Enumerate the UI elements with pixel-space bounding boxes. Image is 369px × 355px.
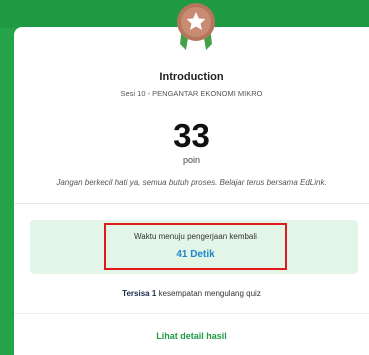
view-result-details-link[interactable]: Lihat detail hasil xyxy=(14,331,369,341)
score-value: 33 xyxy=(173,117,210,154)
session-subtitle: Sesi 10 - PENGANTAR EKONOMI MIKRO xyxy=(120,89,263,98)
retry-wait-label: Waktu menuju pengerjaan kembali xyxy=(134,232,257,241)
retry-countdown: 41 Detik xyxy=(176,249,215,260)
motivation-text: Jangan berkecil hati ya, semua butuh pro… xyxy=(56,178,327,187)
remaining-count: 1 xyxy=(151,289,157,298)
remaining-prefix: Tersisa xyxy=(122,289,150,298)
result-screen: Introduction Sesi 10 - PENGANTAR EKONOMI… xyxy=(0,0,369,355)
divider xyxy=(14,203,369,204)
remaining-suffix: kesempatan mengulang quiz xyxy=(158,289,261,298)
remaining-attempts: Tersisa 1 kesempatan mengulang quiz xyxy=(14,289,369,298)
divider xyxy=(14,313,369,314)
quiz-title: Introduction xyxy=(159,71,224,83)
countdown-highlight-box xyxy=(104,223,287,270)
star-medal-icon xyxy=(177,3,215,50)
score-unit: poin xyxy=(182,155,200,165)
